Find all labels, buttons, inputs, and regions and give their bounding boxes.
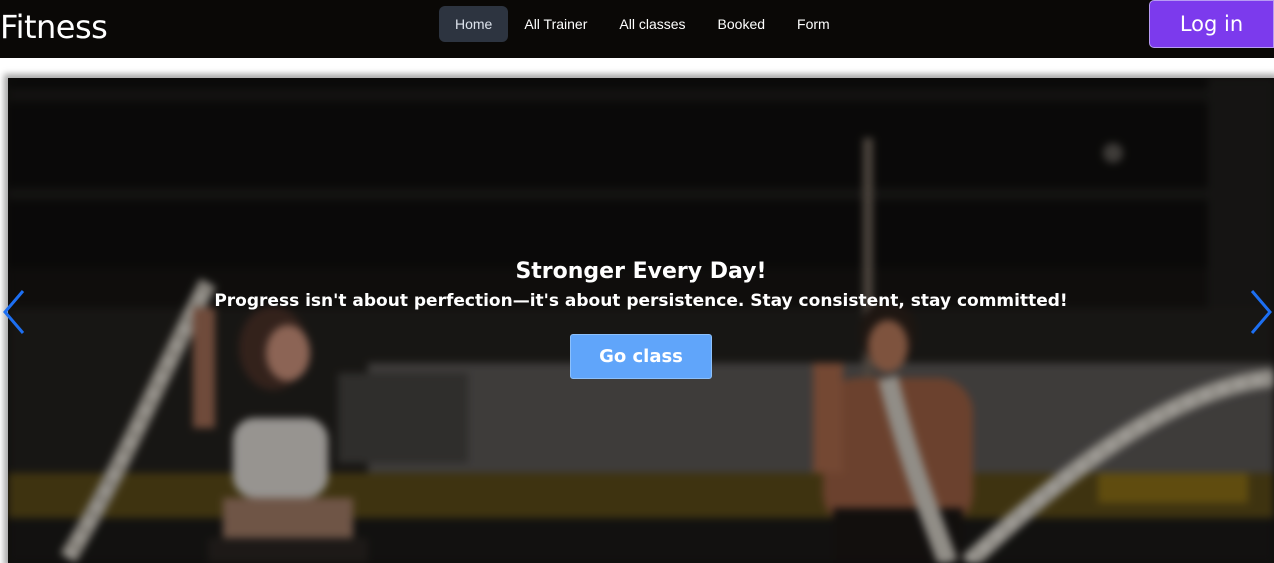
brand-logo[interactable]: Fitness <box>0 6 108 48</box>
go-class-button[interactable]: Go class <box>570 334 712 379</box>
nav-item-all-trainer[interactable]: All Trainer <box>508 6 603 42</box>
chevron-right-icon[interactable] <box>1248 289 1274 335</box>
nav-item-home[interactable]: Home <box>439 6 509 42</box>
nav-item-form[interactable]: Form <box>781 6 846 42</box>
nav-item-all-classes[interactable]: All classes <box>603 6 701 42</box>
hero-title: Stronger Every Day! <box>515 259 767 284</box>
hero-caption: Stronger Every Day! Progress isn't about… <box>8 256 1274 379</box>
hero-carousel: Stronger Every Day! Progress isn't about… <box>8 78 1274 563</box>
chevron-left-icon[interactable] <box>1 289 27 335</box>
top-navbar: Fitness Home All Trainer All classes Boo… <box>0 0 1274 58</box>
nav-item-booked[interactable]: Booked <box>702 6 781 42</box>
login-button[interactable]: Log in <box>1149 0 1274 48</box>
hero-subtitle: Progress isn't about perfection—it's abo… <box>214 291 1068 311</box>
main-nav: Home All Trainer All classes Booked Form <box>439 6 846 42</box>
